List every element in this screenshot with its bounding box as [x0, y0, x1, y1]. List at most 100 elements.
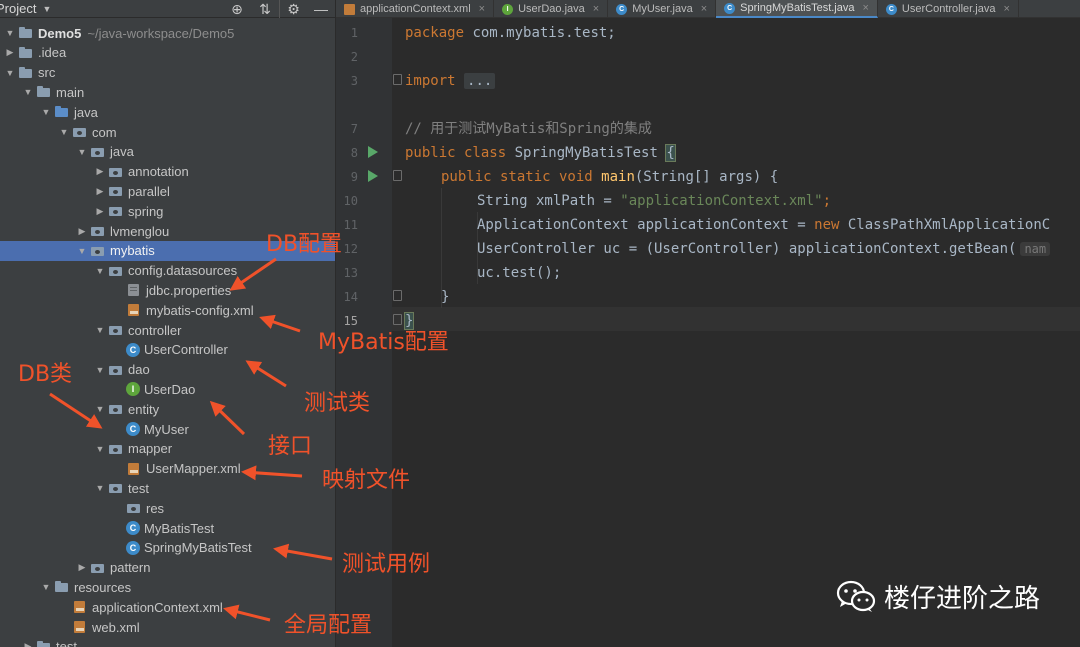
expand-arrow-icon[interactable]: ▼: [94, 444, 106, 454]
package-icon: [108, 165, 124, 179]
tree-item[interactable]: res: [0, 498, 335, 518]
editor-tab[interactable]: C UserController.java ×: [878, 0, 1019, 18]
tree-item-label: com: [92, 124, 117, 140]
expand-arrow-icon[interactable]: ▼: [94, 266, 106, 276]
code-text: com.mybatis.test;: [464, 25, 616, 41]
code-area[interactable]: [392, 18, 1080, 647]
code-text: (String[] args) {: [634, 169, 779, 185]
tree-item[interactable]: ▼ test: [0, 478, 335, 498]
editor-tab[interactable]: I UserDao.java ×: [494, 0, 609, 18]
tree-item[interactable]: ▶ annotation: [0, 162, 335, 182]
minimize-icon[interactable]: —: [307, 0, 335, 18]
package-icon: [108, 264, 124, 278]
tree-item-label: MyUser: [144, 421, 189, 437]
fold-import-icon[interactable]: [393, 74, 402, 85]
expand-arrow-icon[interactable]: ▼: [76, 147, 88, 157]
target-icon[interactable]: ⊕: [223, 0, 251, 18]
close-icon[interactable]: ×: [593, 3, 599, 15]
expand-arrow-icon[interactable]: ▼: [4, 28, 16, 38]
xml-file-icon: [126, 462, 142, 476]
tree-item[interactable]: ▶ parallel: [0, 181, 335, 201]
expand-arrow-icon[interactable]: ▼: [22, 87, 34, 97]
expand-arrow-icon[interactable]: ▼: [94, 483, 106, 493]
tree-item[interactable]: jdbc.properties: [0, 280, 335, 300]
watermark: 楼仔进阶之路: [836, 578, 1040, 615]
annotation-mapping-file: 映射文件: [322, 468, 411, 493]
editor-tab-label: MyUser.java: [632, 3, 693, 15]
class-icon: C: [126, 422, 140, 436]
collapse-arrow-icon[interactable]: ▶: [94, 166, 106, 177]
tree-item[interactable]: C MyBatisTest: [0, 518, 335, 538]
tree-item[interactable]: C SpringMyBatisTest: [0, 538, 335, 558]
close-icon[interactable]: ×: [862, 2, 868, 14]
collapse-arrow-icon[interactable]: ▶: [94, 206, 106, 217]
tree-item-label: annotation: [128, 164, 189, 180]
editor-tab[interactable]: applicationContext.xml ×: [336, 0, 495, 18]
close-icon[interactable]: ×: [479, 3, 485, 15]
collapse-arrow-icon[interactable]: ▶: [76, 562, 88, 573]
tree-item-label: lvmenglou: [110, 223, 170, 239]
editor-tabs: applicationContext.xml × I UserDao.java × C My…: [336, 0, 1080, 18]
expand-arrow-icon[interactable]: ▼: [76, 246, 88, 256]
tree-item[interactable]: mybatis-config.xml: [0, 300, 335, 320]
properties-file-icon: [126, 283, 142, 297]
expand-arrow-icon[interactable]: ▼: [4, 68, 16, 78]
tree-item[interactable]: ▼ controller: [0, 320, 335, 340]
tree-item-label: web.xml: [92, 619, 140, 635]
run-main-icon[interactable]: [368, 170, 378, 182]
expand-arrow-icon[interactable]: ▼: [58, 127, 70, 137]
expand-arrow-icon[interactable]: ▼: [40, 107, 52, 117]
tree-item-label: config.datasources: [128, 263, 238, 279]
collapse-arrow-icon[interactable]: ▶: [22, 641, 34, 647]
tree-item[interactable]: ▼ config.datasources: [0, 261, 335, 281]
collapse-arrow-icon[interactable]: ▶: [94, 186, 106, 197]
project-panel-title[interactable]: Project: [0, 1, 36, 16]
tree-item[interactable]: UserMapper.xml: [0, 459, 335, 479]
module-folder-icon: [18, 26, 34, 40]
tree-item[interactable]: ▶ .idea: [0, 43, 335, 63]
tree-item[interactable]: ▼ java: [0, 102, 335, 122]
tree-item[interactable]: ▼ entity: [0, 399, 335, 419]
fold-end-method-icon[interactable]: [393, 290, 402, 301]
folder-icon: [18, 46, 34, 60]
expand-arrow-icon[interactable]: ▼: [94, 365, 106, 375]
expand-arrow-icon[interactable]: ▼: [94, 325, 106, 335]
run-class-icon[interactable]: [368, 146, 378, 158]
line-number: 2: [350, 50, 358, 64]
tree-item[interactable]: ▼ src: [0, 63, 335, 83]
fold-method-icon[interactable]: [393, 170, 402, 181]
code-text: ClassPathXmlApplicationC: [839, 217, 1051, 233]
collapse-arrow-icon[interactable]: ▶: [76, 226, 88, 237]
tree-item[interactable]: ▼ com: [0, 122, 335, 142]
package-icon: [90, 244, 106, 258]
close-icon[interactable]: ×: [701, 3, 707, 15]
expand-arrow-icon[interactable]: ▼: [94, 404, 106, 414]
folded-imports[interactable]: ...: [464, 73, 496, 89]
tree-item-label: mapper: [128, 441, 173, 457]
editor-tab[interactable]: C MyUser.java ×: [608, 0, 717, 18]
tree-item[interactable]: ▶ spring: [0, 201, 335, 221]
collapse-icon[interactable]: ⇅: [251, 0, 279, 18]
gear-icon[interactable]: ⚙: [279, 0, 307, 18]
code-line-10: String xmlPath = "applicationContext.xml…: [477, 189, 831, 213]
line-number: 14: [343, 290, 358, 304]
tree-item[interactable]: ▼ resources: [0, 577, 335, 597]
wechat-icon: [836, 580, 876, 612]
tree-item[interactable]: ▶ pattern: [0, 558, 335, 578]
editor-tab[interactable]: C SpringMyBatisTest.java ×: [716, 0, 878, 18]
tree-item-label: mybatis-config.xml: [146, 302, 254, 318]
line-number: 8: [350, 146, 358, 160]
code-text: uc.test();: [477, 265, 562, 281]
chevron-down-icon[interactable]: ▼: [42, 4, 51, 14]
collapse-arrow-icon[interactable]: ▶: [4, 47, 16, 58]
tree-item[interactable]: ▼ java: [0, 142, 335, 162]
tree-item[interactable]: ▼ Demo5 ~/java-workspace/Demo5: [0, 23, 335, 43]
close-icon[interactable]: ×: [1003, 3, 1009, 15]
project-panel: Project ▼ ⊕ ⇅ ⚙ — ▼ Demo5 ~/java-workspace…: [0, 0, 335, 647]
tree-item-label: dao: [128, 362, 150, 378]
expand-arrow-icon[interactable]: ▼: [40, 582, 52, 592]
tree-item[interactable]: ▼ main: [0, 82, 335, 102]
line-number: 13: [343, 266, 358, 280]
code-text: String xmlPath =: [477, 193, 621, 209]
tree-item-label: main: [56, 84, 85, 100]
